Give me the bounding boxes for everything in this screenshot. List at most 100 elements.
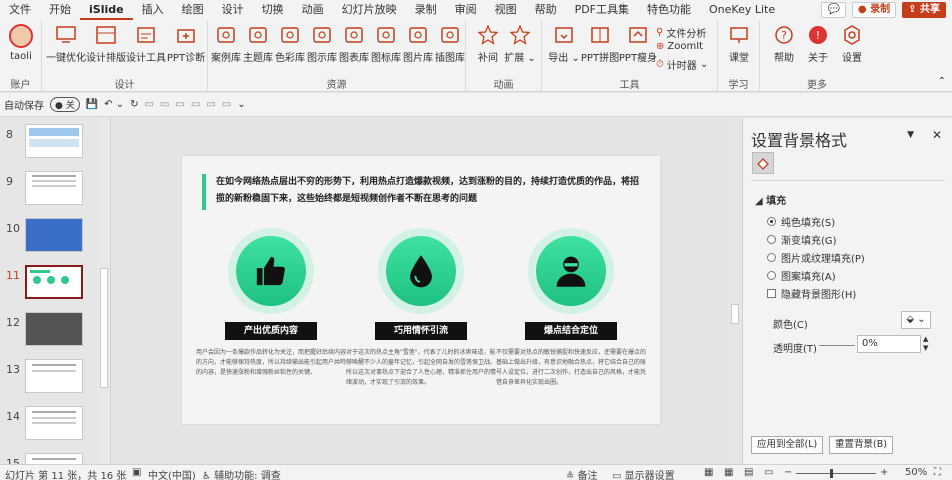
slide-headline[interactable]: 在如今网络热点层出不穷的形势下，利用热点打造爆款视频，达到涨粉的目的，持续打造优… [202,174,642,210]
feature-3[interactable]: 爆点结合定位 不仅需要对热点的敏锐捕捉和快速反应，还需要在爆点的基础上做出升级，… [496,228,646,388]
autosave-toggle[interactable]: ● 关 [50,97,80,112]
slide-thumbnail-row[interactable]: 10 [0,218,100,256]
feature-1[interactable]: 产出优质内容 用户会因为一条爆款作品转化为关注，而把握好后续内容的方向，才能够保… [196,228,346,378]
fit-slide-icon[interactable]: ⛶ [934,467,941,478]
timer-button[interactable]: ⏱ 计时器 ⌄ [656,57,708,72]
resource-button-4[interactable]: 图表库 [338,24,370,64]
save-icon[interactable]: 💾 [86,99,98,110]
zoom-slider-thumb[interactable] [830,469,833,478]
zoom-out-button[interactable]: − [784,467,792,478]
resource-button-1[interactable]: 主题库 [242,24,274,64]
slide-thumbnail-row[interactable]: 13 [0,359,100,397]
design-tools-button[interactable]: 设计工具 [126,24,166,64]
qat-customize-icon[interactable]: ⌄ [237,99,245,110]
slideshow-view-icon[interactable]: ▭ [764,467,773,478]
resource-button-0[interactable]: 案例库 [210,24,242,64]
spinner-icon[interactable]: ▲ ▼ [923,335,928,353]
tab-1[interactable]: 开始 [40,0,80,20]
reset-background-button[interactable]: 重置背景(B) [829,436,893,454]
slide-thumbnail-row[interactable]: 9 [0,171,100,209]
qat-icon-5[interactable]: ▭ [206,99,215,110]
fill-option-4[interactable]: 隐藏背景图形(H) [767,286,856,301]
tab-12[interactable]: 帮助 [526,0,566,20]
slide-thumbnail[interactable] [25,265,83,299]
settings-button[interactable]: 设置 [832,24,872,64]
slide-thumbnail-row[interactable]: 12 [0,312,100,350]
notes-button[interactable]: ≗ 备注 [566,467,598,480]
share-button[interactable]: ⇪ 共享 [902,2,946,18]
feature-2[interactable]: 巧用情怀引流 对于这次的热点主角"雪莲"，代表了儿时的冰爽味道，能够唤醒不少人的… [346,228,496,388]
fill-option-2[interactable]: 图片或纹理填充(P) [767,250,865,265]
record-button[interactable]: ● 录制 [851,2,897,18]
qat-icon-3[interactable]: ▭ [175,99,184,110]
slide-thumbnail[interactable] [25,218,83,252]
tab-4[interactable]: 绘图 [173,0,213,20]
close-icon[interactable]: ✕ [932,128,942,142]
pane-options-icon[interactable]: ▼ [907,130,914,140]
export-button[interactable]: 导出 ⌄ [544,24,584,64]
language[interactable]: 中文(中国) [148,467,196,480]
slide-thumbnail-row[interactable]: 11 [0,265,100,303]
apply-all-button[interactable]: 应用到全部(L) [751,436,824,454]
fill-bucket-icon[interactable] [752,152,774,174]
slide-thumbnail[interactable] [25,406,83,440]
ppt-diagnose-button[interactable]: PPT诊断 [166,24,206,64]
tab-7[interactable]: 动画 [293,0,333,20]
ppt-slim-button[interactable]: PPT瘦身 [618,24,658,64]
reading-view-icon[interactable]: ▤ [744,467,753,478]
slide-thumbnail[interactable] [25,359,83,393]
display-settings-button[interactable]: ▭ 显示器设置 [612,467,675,480]
spellcheck-icon[interactable]: ▣ [132,467,141,478]
file-analysis-button[interactable]: ⚲ 文件分析 [656,25,706,40]
tab-8[interactable]: 幻灯片放映 [333,0,406,20]
slide-thumbnail[interactable] [25,312,83,346]
radio-button[interactable] [767,217,776,226]
radio-button[interactable] [767,271,776,280]
transparency-input[interactable]: 0% [857,335,921,353]
design-layout-button[interactable]: 设计排版 [86,24,126,64]
normal-view-icon[interactable]: ▦ [704,467,713,478]
account-button[interactable]: taoli [1,24,41,62]
extend-button[interactable]: 扩展 ⌄ [500,24,540,64]
fill-section-header[interactable]: ◢ 填充 [755,192,786,207]
qat-icon-1[interactable]: ▭ [145,99,154,110]
undo-icon[interactable]: ↶ ⌄ [104,99,124,110]
transparency-slider[interactable] [819,345,855,346]
tab-10[interactable]: 审阅 [446,0,486,20]
slide-thumbnail[interactable] [25,124,83,158]
classroom-button[interactable]: 课堂 [719,24,759,64]
thumbnail-scroll-thumb[interactable] [100,268,108,388]
resource-button-6[interactable]: 图片库 [402,24,434,64]
color-picker-button[interactable]: ⬙ ⌄ [901,311,931,329]
tab-9[interactable]: 录制 [406,0,446,20]
slide-thumbnail-row[interactable]: 14 [0,406,100,444]
slide[interactable]: 在如今网络热点层出不穷的形势下，利用热点打造爆款视频，达到涨粉的目的，持续打造优… [182,156,660,424]
canvas-scrollbar[interactable] [728,118,742,464]
ribbon-collapse-icon[interactable]: ⌃ [938,76,946,87]
accessibility-status[interactable]: ♿ 辅助功能: 调查 [202,467,281,480]
slide-thumbnail-row[interactable]: 8 [0,124,100,162]
tab-2[interactable]: iSlide [80,0,133,20]
ppt-puzzle-button[interactable]: PPT拼图 [580,24,620,64]
tab-5[interactable]: 设计 [213,0,253,20]
tab-14[interactable]: 特色功能 [638,0,700,20]
canvas-scroll-thumb[interactable] [731,304,739,324]
tab-15[interactable]: OneKey Lite [700,0,784,20]
checkbox[interactable] [767,289,776,298]
redo-icon[interactable]: ↻ [130,99,138,110]
zoom-slider[interactable] [796,473,876,474]
fill-option-0[interactable]: 纯色填充(S) [767,214,835,229]
fill-option-1[interactable]: 渐变填充(G) [767,232,837,247]
tab-6[interactable]: 切换 [253,0,293,20]
zoom-level[interactable]: 50% [905,467,927,478]
resource-button-5[interactable]: 图标库 [370,24,402,64]
fill-option-3[interactable]: 图案填充(A) [767,268,836,283]
qat-icon-4[interactable]: ▭ [191,99,200,110]
tab-3[interactable]: 插入 [133,0,173,20]
comments-button[interactable]: 💬 [821,2,846,18]
zoom-in-button[interactable]: + [880,467,888,478]
radio-button[interactable] [767,235,776,244]
resource-button-2[interactable]: 色彩库 [274,24,306,64]
slide-thumbnail[interactable] [25,171,83,205]
resource-button-7[interactable]: 插图库 [434,24,466,64]
